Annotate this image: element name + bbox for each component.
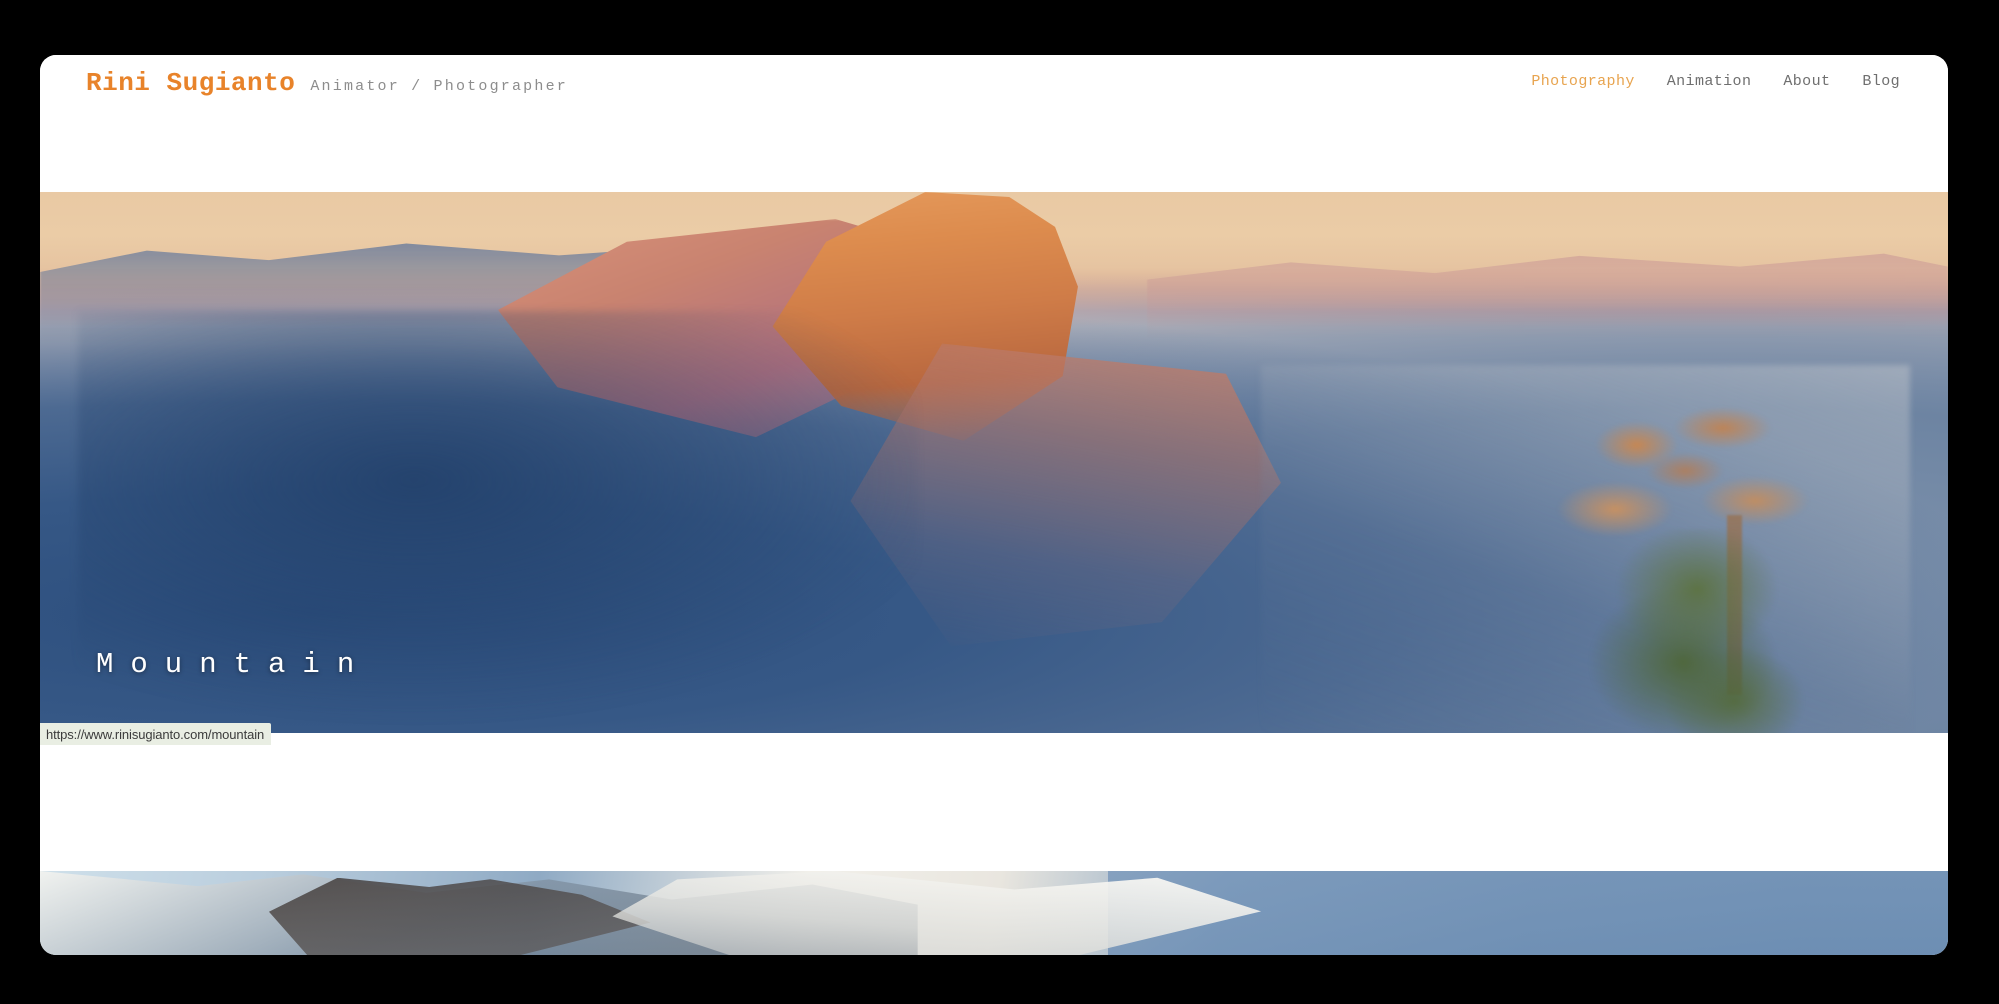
main-navigation: Photography Animation About Blog bbox=[1531, 73, 1900, 90]
foreground-pine-tree bbox=[1538, 397, 1843, 733]
status-bar-url: https://www.rinisugianto.com/mountain bbox=[46, 726, 265, 742]
gallery-item-next[interactable] bbox=[40, 871, 1948, 955]
site-header: Rini Sugianto Animator / Photographer Ph… bbox=[40, 55, 1948, 192]
browser-status-bar: https://www.rinisugianto.com/mountain bbox=[40, 723, 272, 745]
gallery-item-mountain[interactable]: Mountain bbox=[40, 192, 1948, 733]
gallery-item-title: Mountain bbox=[96, 648, 372, 681]
far-ridge-right-shape bbox=[1146, 253, 1948, 339]
site-logo-text[interactable]: Rini Sugianto bbox=[86, 68, 295, 98]
nav-item-blog[interactable]: Blog bbox=[1862, 73, 1900, 90]
nav-item-animation[interactable]: Animation bbox=[1667, 73, 1752, 90]
site-tagline: Animator / Photographer bbox=[310, 78, 568, 95]
nav-item-about[interactable]: About bbox=[1783, 73, 1830, 90]
nav-item-photography[interactable]: Photography bbox=[1531, 73, 1634, 90]
brand[interactable]: Rini Sugianto Animator / Photographer bbox=[86, 68, 568, 98]
pine-foliage-shape bbox=[1580, 529, 1813, 733]
browser-page: Rini Sugianto Animator / Photographer Ph… bbox=[40, 55, 1948, 955]
snow-mountain-photo bbox=[40, 871, 1948, 955]
